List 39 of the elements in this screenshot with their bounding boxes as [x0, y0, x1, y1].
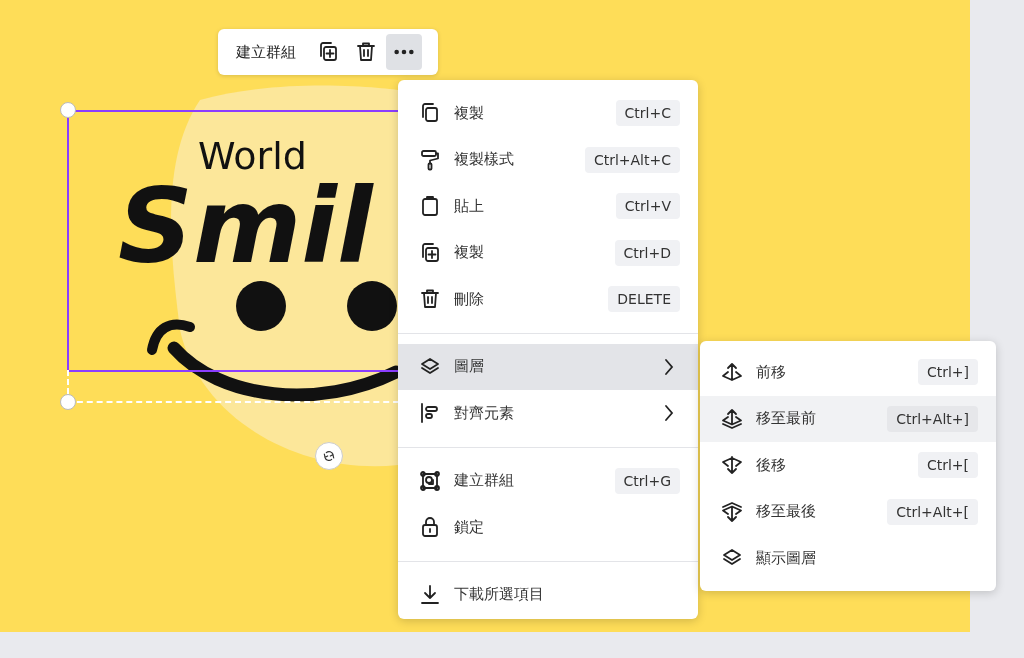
shortcut-badge: Ctrl+D	[614, 239, 680, 266]
shortcut-badge: Ctrl+C	[615, 100, 680, 127]
shortcut-badge: Ctrl+Alt+]	[887, 405, 978, 432]
menu-item[interactable]: 前移 Ctrl+]	[700, 349, 996, 396]
menu-item[interactable]: 複製樣式 Ctrl+Alt+C	[398, 136, 698, 183]
shortcut-badge: DELETE	[608, 286, 680, 313]
more-icon	[393, 48, 415, 56]
menu-item[interactable]: 移至最後 Ctrl+Alt+[	[700, 488, 996, 535]
shortcut-badge: Ctrl+[	[917, 452, 978, 479]
download-icon	[418, 582, 442, 607]
group-button[interactable]: 建立群組	[228, 36, 304, 68]
trash-icon	[354, 40, 378, 64]
shortcut-badge: Ctrl+V	[615, 193, 680, 220]
resize-handle[interactable]	[60, 102, 76, 118]
more-button[interactable]	[386, 34, 422, 70]
menu-item[interactable]: 鎖定	[398, 504, 698, 551]
menu-item[interactable]: 後移 Ctrl+[	[700, 442, 996, 489]
smile-text: Smil	[118, 180, 373, 274]
menu-item[interactable]: 下載所選項目	[398, 571, 698, 618]
menu-item[interactable]: 建立群組 Ctrl+G	[398, 457, 698, 504]
rotate-icon	[321, 448, 337, 464]
menu-item[interactable]: 貼上 Ctrl+V	[398, 183, 698, 230]
group-icon	[418, 468, 442, 493]
shortcut-badge: Ctrl+]	[917, 359, 978, 386]
menu-item[interactable]: 圖層	[398, 343, 698, 390]
front-icon	[720, 406, 744, 431]
shortcut-badge: Ctrl+G	[614, 467, 680, 494]
roller-icon	[418, 147, 442, 172]
menu-item[interactable]: 複製 Ctrl+D	[398, 229, 698, 276]
shortcut-badge: Ctrl+Alt+[	[887, 498, 978, 525]
resize-handle[interactable]	[60, 394, 76, 410]
world-text: World	[198, 136, 307, 178]
menu-item[interactable]: 對齊元素	[398, 390, 698, 437]
back-icon	[720, 499, 744, 524]
menu-item[interactable]: 移至最前 Ctrl+Alt+]	[700, 395, 996, 442]
menu-item[interactable]: 顯示圖層	[700, 535, 996, 582]
shortcut-badge: Ctrl+Alt+C	[584, 146, 680, 173]
menu-item[interactable]: 刪除 DELETE	[398, 276, 698, 323]
menu-item[interactable]: 複製 Ctrl+C	[398, 90, 698, 137]
